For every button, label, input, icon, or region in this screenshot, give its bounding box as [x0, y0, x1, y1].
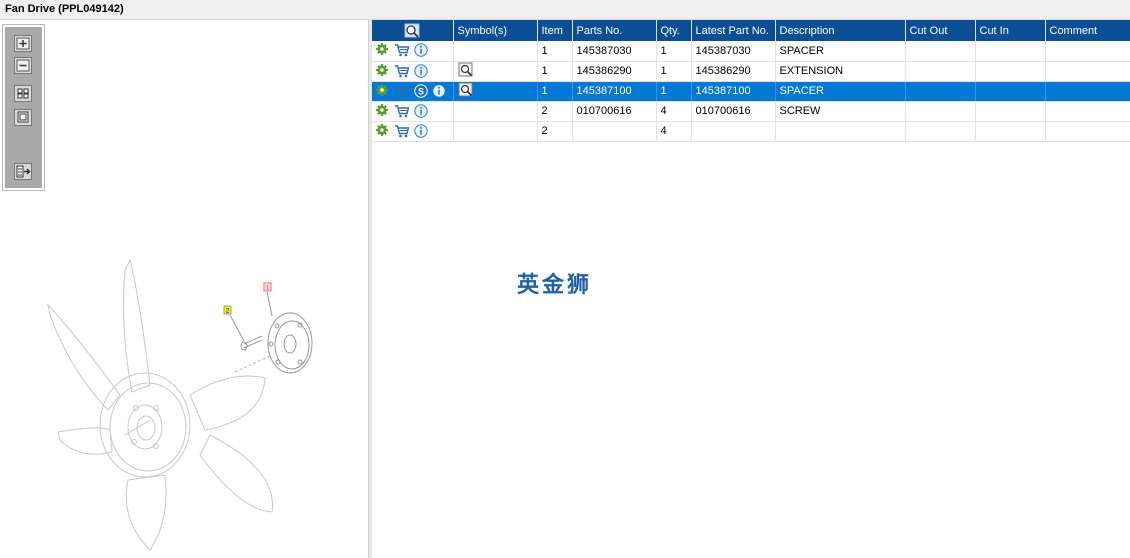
supersession-icon[interactable]: S: [414, 83, 429, 99]
info-icon[interactable]: [414, 123, 429, 139]
symbols-cell[interactable]: [453, 61, 538, 82]
column-header-symbols[interactable]: Symbol(s): [453, 20, 538, 41]
parts-no-cell: [572, 121, 657, 142]
info-icon[interactable]: [414, 43, 429, 58]
window-title: Fan Drive (PPL049142): [5, 3, 124, 15]
fit-window-icon[interactable]: [14, 109, 32, 126]
fan-drive-illustration: 2 1: [47, 258, 313, 551]
comment-cell: [1045, 121, 1130, 142]
settings-gear-icon[interactable]: [376, 83, 391, 99]
comment-cell: [1045, 81, 1130, 102]
viewer-toolbox: [2, 24, 45, 191]
parts-no-cell: 145387030: [572, 41, 657, 62]
item-cell: 1: [537, 81, 573, 102]
window-title-bar: Fan Drive (PPL049142): [0, 0, 1130, 20]
shopping-cart-icon[interactable]: [394, 43, 411, 58]
column-header-qty[interactable]: Qty.: [656, 20, 692, 41]
comment-cell: [1045, 41, 1130, 62]
magnifier-symbol-icon[interactable]: [458, 82, 474, 97]
description-cell: [775, 121, 906, 142]
qty-cell: 4: [656, 101, 692, 122]
description-cell: SPACER: [775, 81, 906, 102]
search-preview-icon[interactable]: [404, 23, 420, 38]
table-header-row: Symbol(s) Item Parts No. Qty. Latest Par…: [372, 20, 1130, 41]
latest-part-no-cell: 145387030: [691, 41, 776, 62]
qty-cell: 1: [656, 61, 692, 82]
svg-text:S: S: [418, 86, 424, 96]
description-cell: SCREW: [775, 101, 906, 122]
row-actions-cell: [372, 101, 454, 122]
row-actions-cell: S: [372, 81, 454, 102]
toggle-list-icon[interactable]: [14, 163, 32, 180]
latest-part-no-cell: 145387100: [691, 81, 776, 102]
cut-out-cell: [905, 61, 976, 82]
description-cell: SPACER: [775, 41, 906, 62]
row-actions-cell: [372, 61, 454, 82]
qty-cell: 1: [656, 41, 692, 62]
symbols-cell: [453, 121, 538, 142]
parts-no-cell: 145387100: [572, 81, 657, 102]
cut-out-cell: [905, 101, 976, 122]
comment-cell: [1045, 61, 1130, 82]
row-actions-cell: [372, 41, 454, 62]
latest-part-no-cell: 145386290: [691, 61, 776, 82]
cut-in-cell: [975, 61, 1046, 82]
info-icon[interactable]: [414, 103, 429, 119]
zoom-out-icon[interactable]: [14, 57, 32, 74]
fit-all-icon[interactable]: [14, 85, 32, 102]
cut-out-cell: [905, 81, 976, 102]
qty-cell: 4: [656, 121, 692, 142]
shopping-cart-icon[interactable]: [394, 104, 411, 119]
cut-in-cell: [975, 101, 1046, 122]
magnifier-symbol-icon[interactable]: [458, 62, 474, 77]
watermark-logo: 英金狮: [517, 273, 593, 298]
parts-table: Symbol(s) Item Parts No. Qty. Latest Par…: [372, 20, 1130, 142]
table-row[interactable]: 2 010700616 4 010700616 SCREW: [372, 101, 1130, 122]
row-actions-cell: [372, 121, 454, 142]
symbols-cell: [453, 41, 538, 62]
column-header-description[interactable]: Description: [775, 20, 906, 41]
shopping-cart-icon[interactable]: [394, 64, 411, 79]
table-row[interactable]: S 1 145387100 1 145387100 SPACER: [372, 81, 1130, 102]
symbols-cell[interactable]: [453, 81, 538, 102]
column-header-actions[interactable]: [372, 20, 454, 41]
comment-cell: [1045, 101, 1130, 122]
settings-gear-icon[interactable]: [376, 63, 391, 79]
description-cell: EXTENSION: [775, 61, 906, 82]
parts-no-cell: 010700616: [572, 101, 657, 122]
shopping-cart-icon[interactable]: [394, 124, 411, 139]
column-header-latest-part-no[interactable]: Latest Part No.: [691, 20, 776, 41]
table-row[interactable]: 1 145387030 1 145387030 SPACER: [372, 41, 1130, 62]
column-header-comment[interactable]: Comment: [1045, 20, 1130, 41]
latest-part-no-cell: [691, 121, 776, 142]
symbols-cell: [453, 101, 538, 122]
zoom-in-icon[interactable]: [14, 35, 32, 52]
item-cell: 2: [537, 101, 573, 122]
settings-gear-icon[interactable]: [376, 43, 391, 58]
settings-gear-icon[interactable]: [376, 103, 391, 119]
column-header-item[interactable]: Item: [537, 20, 573, 41]
parts-list-pane: Symbol(s) Item Parts No. Qty. Latest Par…: [372, 20, 1130, 558]
cut-in-cell: [975, 41, 1046, 62]
parts-no-cell: 145386290: [572, 61, 657, 82]
item-cell: 2: [537, 121, 573, 142]
cut-out-cell: [905, 41, 976, 62]
cut-in-cell: [975, 121, 1046, 142]
settings-gear-icon[interactable]: [376, 123, 391, 139]
cut-out-cell: [905, 121, 976, 142]
info-icon[interactable]: [432, 83, 447, 99]
item-cell: 1: [537, 61, 573, 82]
info-icon[interactable]: [414, 63, 429, 79]
qty-cell: 1: [656, 81, 692, 102]
column-header-cut-in[interactable]: Cut In: [975, 20, 1046, 41]
illustration-pane[interactable]: 2 1: [0, 20, 368, 558]
table-row[interactable]: 1 145386290 1 145386290 EXTENSION: [372, 61, 1130, 82]
column-header-parts-no[interactable]: Parts No.: [572, 20, 657, 41]
item-cell: 1: [537, 41, 573, 62]
latest-part-no-cell: 010700616: [691, 101, 776, 122]
cut-in-cell: [975, 81, 1046, 102]
table-row[interactable]: 24: [372, 121, 1130, 142]
shopping-cart-icon[interactable]: [394, 84, 411, 99]
column-header-cut-out[interactable]: Cut Out: [905, 20, 976, 41]
